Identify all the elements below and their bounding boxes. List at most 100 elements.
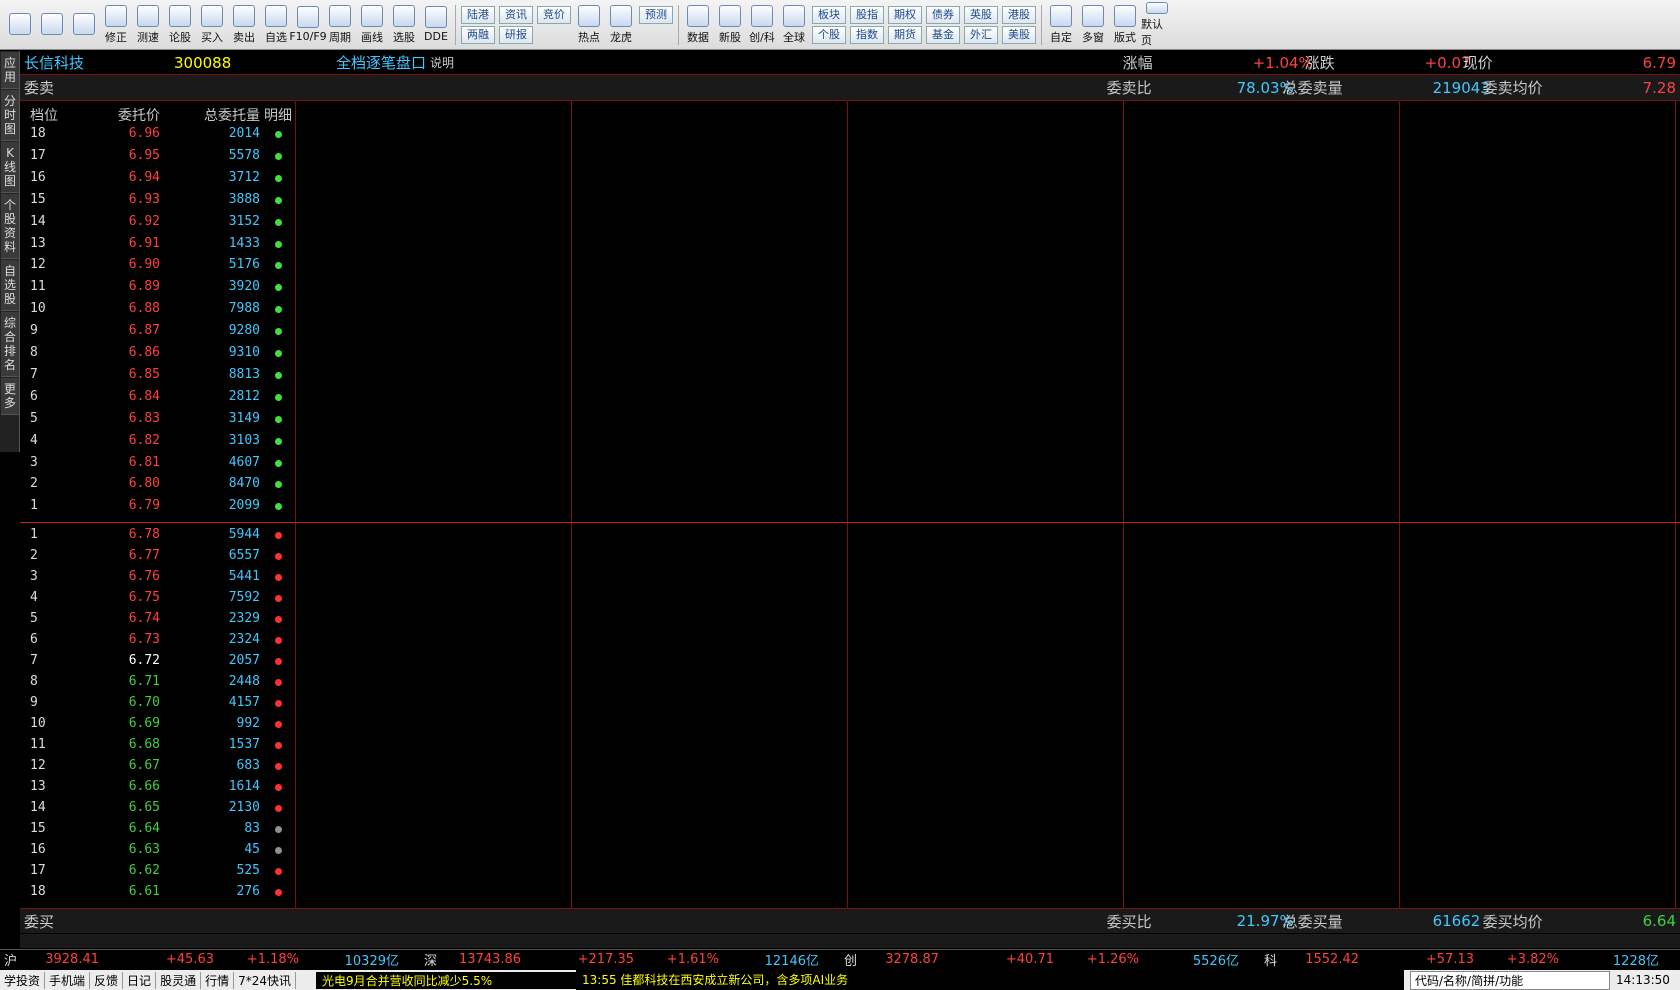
news-ticker[interactable]: 光电9月合并营收同比减少5.5% bbox=[316, 971, 576, 989]
clock-button[interactable]: 测速 bbox=[132, 2, 164, 48]
buy-price[interactable]: 6.67 bbox=[80, 758, 160, 773]
buy-price[interactable]: 6.62 bbox=[80, 863, 160, 878]
detail-dot-icon[interactable] bbox=[275, 174, 282, 182]
cycle-button[interactable]: 周期 bbox=[324, 2, 356, 48]
up-down-arrows-button[interactable] bbox=[68, 2, 100, 48]
detail-dot-icon[interactable] bbox=[275, 805, 282, 812]
status-tab[interactable]: 学投资 bbox=[0, 971, 46, 989]
detail-dot-icon[interactable] bbox=[275, 459, 282, 467]
sell-price[interactable]: 6.91 bbox=[80, 236, 160, 251]
detail-dot-icon[interactable] bbox=[275, 415, 282, 423]
detail-dot-icon[interactable] bbox=[275, 393, 282, 401]
detail-dot-icon[interactable] bbox=[275, 350, 282, 357]
status-tab[interactable]: 日记 bbox=[123, 971, 157, 989]
detail-dot-icon[interactable] bbox=[275, 826, 282, 833]
detail-dot-icon[interactable] bbox=[275, 152, 282, 160]
pe-button[interactable]: 数据 bbox=[682, 2, 714, 48]
detail-dot-icon[interactable] bbox=[275, 328, 282, 336]
buy-price[interactable]: 6.66 bbox=[80, 779, 160, 794]
buy-price[interactable]: 6.73 bbox=[80, 632, 160, 647]
detail-dot-icon[interactable] bbox=[275, 196, 282, 204]
detail-dot-icon[interactable] bbox=[275, 218, 282, 226]
side-tab[interactable]: 更多 bbox=[1, 378, 19, 415]
buy-button[interactable]: 买入 bbox=[196, 2, 228, 48]
restore-button[interactable]: 修正 bbox=[100, 2, 132, 48]
detail-dot-icon[interactable] bbox=[275, 371, 282, 379]
sell-price[interactable]: 6.93 bbox=[80, 192, 160, 207]
toolbar-pill[interactable]: 股指 bbox=[850, 5, 884, 24]
detail-dot-icon[interactable] bbox=[275, 481, 282, 489]
dragon-button[interactable]: 龙虎 bbox=[605, 2, 637, 48]
detail-dot-icon[interactable] bbox=[275, 262, 282, 270]
detail-dot-icon[interactable] bbox=[275, 553, 282, 560]
side-tab[interactable]: 综合排名 bbox=[1, 312, 19, 377]
toolbar-pill[interactable]: 美股 bbox=[1002, 25, 1036, 44]
sell-price[interactable]: 6.94 bbox=[80, 170, 160, 185]
detail-dot-icon[interactable] bbox=[275, 742, 282, 749]
toolbar-pill[interactable]: 债券 bbox=[926, 5, 960, 24]
status-tab[interactable]: 反馈 bbox=[90, 971, 124, 989]
sell-price[interactable]: 6.87 bbox=[80, 323, 160, 338]
status-tab[interactable]: 7*24快讯 bbox=[234, 971, 296, 989]
toolbar-pill[interactable]: 英股 bbox=[964, 5, 998, 24]
sell-price[interactable]: 6.84 bbox=[80, 389, 160, 404]
detail-dot-icon[interactable] bbox=[275, 503, 282, 511]
sell-price[interactable]: 6.89 bbox=[80, 279, 160, 294]
stock-name[interactable]: 长信科技 bbox=[24, 52, 174, 73]
toolbar-pill[interactable]: 指数 bbox=[850, 25, 884, 44]
buy-price[interactable]: 6.77 bbox=[80, 548, 160, 563]
side-tab[interactable]: 分时图 bbox=[1, 90, 19, 141]
index-name[interactable]: 科 bbox=[1264, 950, 1294, 969]
horizontal-scrollbar[interactable] bbox=[20, 934, 1680, 948]
detail-dot-icon[interactable] bbox=[275, 131, 282, 138]
star-button[interactable]: 自选 bbox=[260, 2, 292, 48]
buy-price[interactable]: 6.75 bbox=[80, 590, 160, 605]
buy-price[interactable]: 6.70 bbox=[80, 695, 160, 710]
sell-price[interactable]: 6.96 bbox=[80, 126, 160, 141]
detail-dot-icon[interactable] bbox=[275, 847, 282, 854]
buy-price[interactable]: 6.78 bbox=[80, 527, 160, 542]
buy-price[interactable]: 6.76 bbox=[80, 569, 160, 584]
detail-dot-icon[interactable] bbox=[275, 868, 282, 875]
buy-price[interactable]: 6.61 bbox=[80, 884, 160, 899]
buy-price[interactable]: 6.72 bbox=[80, 653, 160, 668]
sell-price[interactable]: 6.95 bbox=[80, 148, 160, 163]
side-tab[interactable]: 个股资料 bbox=[1, 194, 19, 259]
side-tab[interactable]: 应用 bbox=[1, 52, 19, 89]
detail-dot-icon[interactable] bbox=[275, 700, 282, 707]
custom-button[interactable]: 自定 bbox=[1045, 2, 1077, 48]
toolbar-pill[interactable]: 陆港 bbox=[461, 5, 495, 24]
detail-dot-icon[interactable] bbox=[275, 658, 282, 665]
toolbar-pill[interactable]: 两融 bbox=[461, 25, 495, 44]
side-tab[interactable]: K线图 bbox=[1, 142, 19, 193]
toolbar-pill[interactable]: 板块 bbox=[812, 5, 846, 24]
detail-dot-icon[interactable] bbox=[275, 532, 282, 539]
new-stock-button[interactable]: 新股 bbox=[714, 2, 746, 48]
buy-price[interactable]: 6.74 bbox=[80, 611, 160, 626]
sell-price[interactable]: 6.85 bbox=[80, 367, 160, 382]
detail-dot-icon[interactable] bbox=[275, 763, 282, 770]
toolbar-pill[interactable]: 港股 bbox=[1002, 5, 1036, 24]
dde-button[interactable]: DDE bbox=[420, 2, 452, 48]
buy-price[interactable]: 6.63 bbox=[80, 842, 160, 857]
toolbar-pill[interactable]: 预测 bbox=[639, 5, 673, 24]
discuss-button[interactable]: 论股 bbox=[164, 2, 196, 48]
buy-price[interactable]: 6.69 bbox=[80, 716, 160, 731]
side-tab[interactable]: 自选股 bbox=[1, 260, 19, 311]
buy-price[interactable]: 6.65 bbox=[80, 800, 160, 815]
stock-select-button[interactable]: 选股 bbox=[388, 2, 420, 48]
sell-price[interactable]: 6.82 bbox=[80, 433, 160, 448]
detail-dot-icon[interactable] bbox=[275, 284, 282, 292]
detail-dot-icon[interactable] bbox=[275, 437, 282, 445]
index-name[interactable]: 沪 bbox=[4, 950, 34, 969]
detail-dot-icon[interactable] bbox=[275, 679, 282, 686]
sell-button[interactable]: 卖出 bbox=[228, 2, 260, 48]
sell-price[interactable]: 6.80 bbox=[80, 476, 160, 491]
chuang-button[interactable]: 创/科 bbox=[746, 2, 778, 48]
sell-price[interactable]: 6.88 bbox=[80, 301, 160, 316]
status-tab[interactable]: 手机端 bbox=[45, 971, 91, 989]
toolbar-pill[interactable]: 期货 bbox=[888, 25, 922, 44]
news-ticker-2[interactable]: 13:55 佳都科技在西安成立新公司，含多项AI业务 bbox=[576, 970, 1404, 990]
status-tab[interactable]: 股灵通 bbox=[156, 971, 202, 989]
toolbar-pill[interactable]: 外汇 bbox=[964, 25, 998, 44]
